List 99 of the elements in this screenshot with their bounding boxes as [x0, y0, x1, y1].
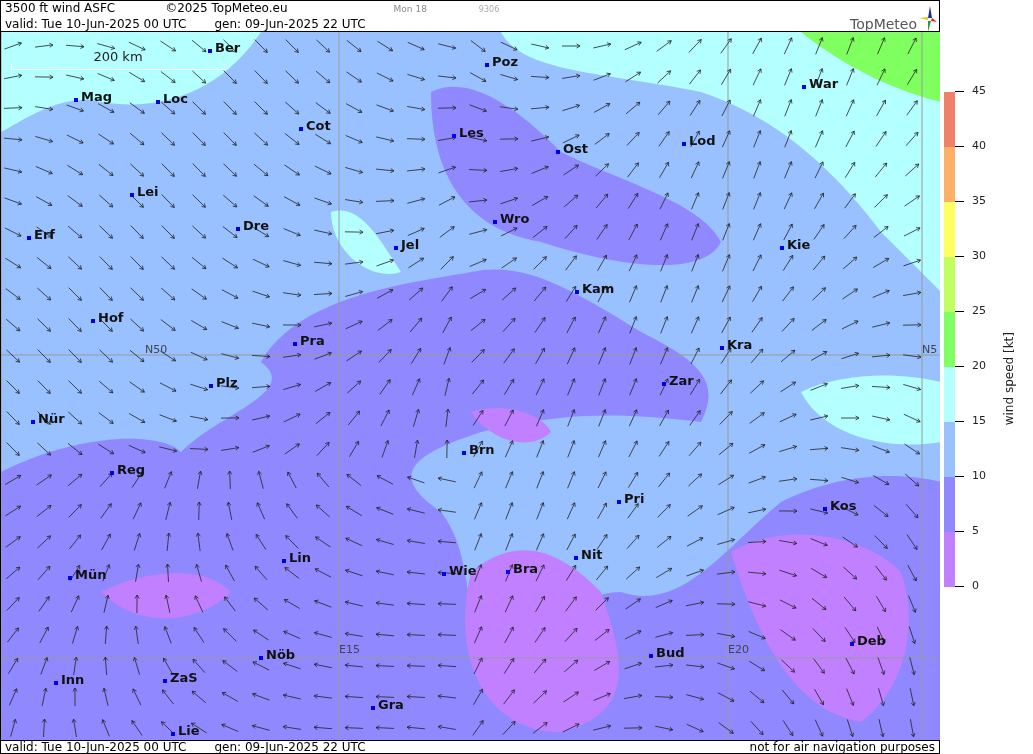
city-marker	[163, 678, 167, 683]
grid-label: N50	[145, 343, 168, 356]
city-marker	[74, 97, 78, 102]
city-marker	[91, 318, 95, 323]
city-marker	[662, 381, 666, 386]
city-label: Kam	[582, 281, 615, 296]
city-marker	[556, 149, 560, 154]
city-label: Loc	[163, 91, 188, 106]
legend-tick-label: 25	[972, 304, 986, 318]
city-label: Ost	[563, 141, 588, 156]
legend-tick-label: 35	[972, 194, 986, 208]
city-label: Cot	[306, 118, 331, 133]
city-marker	[31, 419, 35, 424]
city-marker	[110, 470, 114, 475]
city-label: Gra	[378, 697, 404, 712]
city-label: Inn	[61, 672, 85, 687]
city-label: Nöb	[266, 647, 296, 662]
city-label: Mag	[81, 89, 112, 104]
city-marker	[68, 575, 72, 580]
grid-label: N5	[922, 343, 938, 356]
city-label: Dre	[243, 218, 270, 233]
city-marker	[720, 345, 724, 350]
legend-tick-label: 10	[972, 469, 986, 483]
city-marker	[802, 84, 806, 89]
city-label: Poz	[492, 54, 519, 69]
city-marker	[54, 680, 58, 685]
legend-tick-label: 0	[972, 579, 979, 593]
city-marker	[485, 62, 489, 67]
city-label: Mün	[75, 567, 107, 582]
city-label: Reg	[117, 462, 146, 477]
city-marker	[442, 571, 446, 576]
city-label: Pri	[624, 491, 645, 506]
city-label: Bud	[656, 645, 685, 660]
city-marker	[649, 653, 653, 658]
city-marker	[850, 641, 854, 646]
city-label: Lod	[689, 133, 716, 148]
city-marker	[209, 383, 213, 388]
city-marker	[780, 245, 784, 250]
city-marker	[617, 499, 621, 504]
city-marker	[462, 450, 466, 455]
logo-text: TopMeteo	[850, 16, 917, 32]
grid-label: E20	[728, 643, 749, 656]
city-label: Wro	[500, 211, 530, 226]
city-marker	[156, 99, 160, 104]
legend-tick-label: 45	[972, 84, 986, 98]
legend-tick-label: 5	[972, 524, 979, 538]
city-label: Lie	[178, 723, 200, 738]
copyright-text: ©2025 TopMeteo.eu	[165, 1, 288, 16]
city-marker	[259, 655, 263, 660]
city-marker	[823, 506, 827, 511]
city-marker	[282, 558, 286, 563]
city-marker	[371, 705, 375, 710]
city-label: Plz	[216, 375, 238, 390]
city-marker	[394, 245, 398, 250]
city-marker	[236, 226, 240, 231]
legend-tick-label: 30	[972, 249, 986, 263]
city-marker	[506, 569, 510, 574]
city-label: Zar	[669, 373, 694, 388]
legend-tick-label: 40	[972, 139, 986, 153]
city-marker	[27, 235, 31, 240]
legend-tick-label: 15	[972, 414, 986, 428]
city-label: ZaS	[170, 670, 198, 685]
city-label: War	[809, 76, 839, 91]
city-marker	[452, 133, 456, 138]
city-marker	[575, 289, 579, 294]
valid-time: valid: Tue 10-Jun-2025 00 UTC	[5, 17, 187, 32]
city-marker	[171, 731, 175, 736]
city-marker	[299, 126, 303, 131]
city-label: Kie	[787, 237, 811, 252]
grid-label: E15	[339, 643, 360, 656]
code-text: 9306	[478, 4, 500, 16]
city-label: Bra	[513, 561, 539, 576]
city-label: Les	[459, 125, 484, 140]
city-label: Deb	[857, 633, 886, 648]
city-label: Lin	[289, 550, 311, 565]
city-marker	[293, 341, 297, 346]
city-label: Jel	[401, 237, 420, 252]
legend-title: wind speed [kt]	[1002, 332, 1016, 426]
city-marker	[574, 555, 578, 560]
disclaimer-text: not for air navigation purposes	[749, 740, 935, 754]
generated-time: gen: 09-Jun-2025 22 UTC	[214, 17, 366, 32]
model-run-text: Mon 18	[393, 3, 427, 16]
city-label: Brn	[469, 442, 495, 457]
city-label: Kos	[830, 498, 857, 513]
city-label: Pra	[300, 333, 325, 348]
valid-time: valid: Tue 10-Jun-2025 00 UTC	[5, 740, 187, 754]
city-marker	[130, 192, 134, 197]
product-title: 3500 ft wind ASFC	[5, 1, 116, 16]
city-label: Lei	[137, 184, 159, 199]
city-marker	[208, 48, 212, 53]
city-label: Kra	[727, 337, 753, 352]
legend-tick-label: 20	[972, 359, 986, 373]
city-label: Erf	[34, 227, 55, 242]
scale-label: 200 km	[93, 50, 143, 64]
city-label: Nit	[581, 547, 603, 562]
city-marker	[493, 219, 497, 224]
city-label: Wie	[449, 563, 477, 578]
city-label: Hof	[98, 310, 124, 325]
city-marker	[682, 141, 686, 146]
